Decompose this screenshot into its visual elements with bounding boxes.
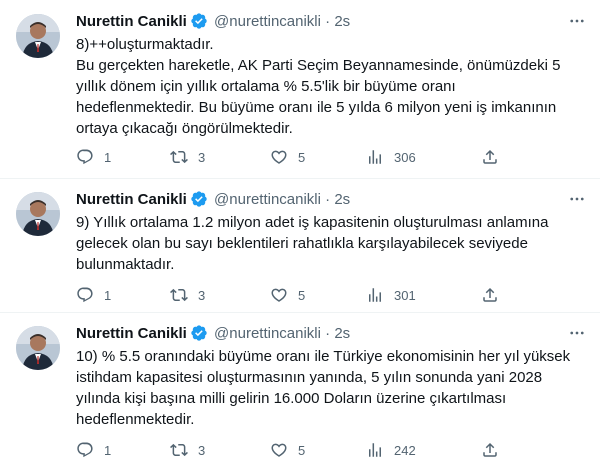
views-chart-icon: [369, 288, 381, 302]
views-count: 242: [394, 442, 416, 458]
timestamp[interactable]: 2s: [334, 191, 350, 208]
retweet-button[interactable]: 3: [170, 147, 205, 167]
avatar[interactable]: [16, 14, 60, 58]
avatar[interactable]: [16, 192, 60, 236]
share-button[interactable]: [481, 147, 499, 167]
retweet-icon: [170, 150, 188, 164]
retweet-count: 3: [198, 149, 206, 165]
share-button[interactable]: [481, 440, 499, 460]
reply-count: 1: [104, 287, 112, 303]
more-options-icon[interactable]: [566, 190, 588, 210]
retweet-icon: [170, 443, 188, 457]
tweet-1[interactable]: Nurettin Canikli @nurettincanikli · 2s 8…: [0, 0, 600, 167]
retweet-count: 3: [198, 287, 206, 303]
author-name[interactable]: Nurettin Canikli: [76, 13, 187, 30]
author-handle[interactable]: @nurettincanikli: [214, 325, 321, 342]
more-options-icon[interactable]: [566, 12, 588, 32]
share-icon: [483, 287, 497, 302]
reply-icon: [77, 287, 93, 303]
timestamp[interactable]: 2s: [334, 325, 350, 342]
retweet-count: 3: [198, 442, 206, 458]
share-icon: [483, 442, 497, 457]
author-handle[interactable]: @nurettincanikli: [214, 13, 321, 30]
tweet-3[interactable]: Nurettin Canikli @nurettincanikli · 2s 1…: [0, 312, 600, 476]
heart-icon: [271, 288, 287, 302]
tweet-header: Nurettin Canikli @nurettincanikli · 2s: [76, 12, 351, 30]
author-name[interactable]: Nurettin Canikli: [76, 325, 187, 342]
views-chart-icon: [369, 443, 381, 457]
more-options-icon[interactable]: [566, 324, 588, 344]
tweet-text: 10) % 5.5 oranındaki büyüme oranı ile Tü…: [76, 348, 571, 428]
retweet-button[interactable]: 3: [170, 440, 205, 460]
verified-badge-icon: [190, 324, 208, 342]
views-count: 301: [394, 287, 416, 303]
retweet-icon: [170, 288, 188, 302]
tweet-2[interactable]: Nurettin Canikli @nurettincanikli · 2s 9…: [0, 178, 600, 318]
reply-button[interactable]: 1: [76, 285, 111, 305]
reply-icon: [77, 149, 93, 165]
verified-badge-icon: [190, 190, 208, 208]
like-count: 5: [298, 149, 306, 165]
like-button[interactable]: 5: [270, 440, 305, 460]
reply-count: 1: [104, 149, 112, 165]
reply-count: 1: [104, 442, 112, 458]
tweet-actions: 1 3 5 301: [76, 285, 586, 305]
like-button[interactable]: 5: [270, 285, 305, 305]
reply-button[interactable]: 1: [76, 147, 111, 167]
avatar[interactable]: [16, 326, 60, 370]
timestamp[interactable]: 2s: [334, 13, 350, 30]
like-button[interactable]: 5: [270, 147, 305, 167]
reply-icon: [77, 442, 93, 458]
views-button[interactable]: 301: [366, 285, 416, 305]
tweet-header: Nurettin Canikli @nurettincanikli · 2s: [76, 190, 351, 208]
like-count: 5: [298, 287, 306, 303]
author-handle[interactable]: @nurettincanikli: [214, 191, 321, 208]
share-icon: [483, 149, 497, 164]
tweet-actions: 1 3 5 306: [76, 147, 586, 167]
heart-icon: [271, 150, 287, 164]
like-count: 5: [298, 442, 306, 458]
views-chart-icon: [369, 150, 381, 164]
author-name[interactable]: Nurettin Canikli: [76, 191, 187, 208]
verified-badge-icon: [190, 12, 208, 30]
share-button[interactable]: [481, 285, 499, 305]
retweet-button[interactable]: 3: [170, 285, 205, 305]
tweet-header: Nurettin Canikli @nurettincanikli · 2s: [76, 324, 351, 342]
tweet-actions: 1 3 5 242: [76, 440, 586, 460]
tweet-text: 8)++oluşturmaktadır. Bu gerçekten hareke…: [76, 36, 561, 137]
reply-button[interactable]: 1: [76, 440, 111, 460]
tweet-text: 9) Yıllık ortalama 1.2 milyon adet iş ka…: [76, 214, 549, 273]
views-button[interactable]: 306: [366, 147, 416, 167]
heart-icon: [271, 443, 287, 457]
views-button[interactable]: 242: [366, 440, 416, 460]
views-count: 306: [394, 149, 416, 165]
